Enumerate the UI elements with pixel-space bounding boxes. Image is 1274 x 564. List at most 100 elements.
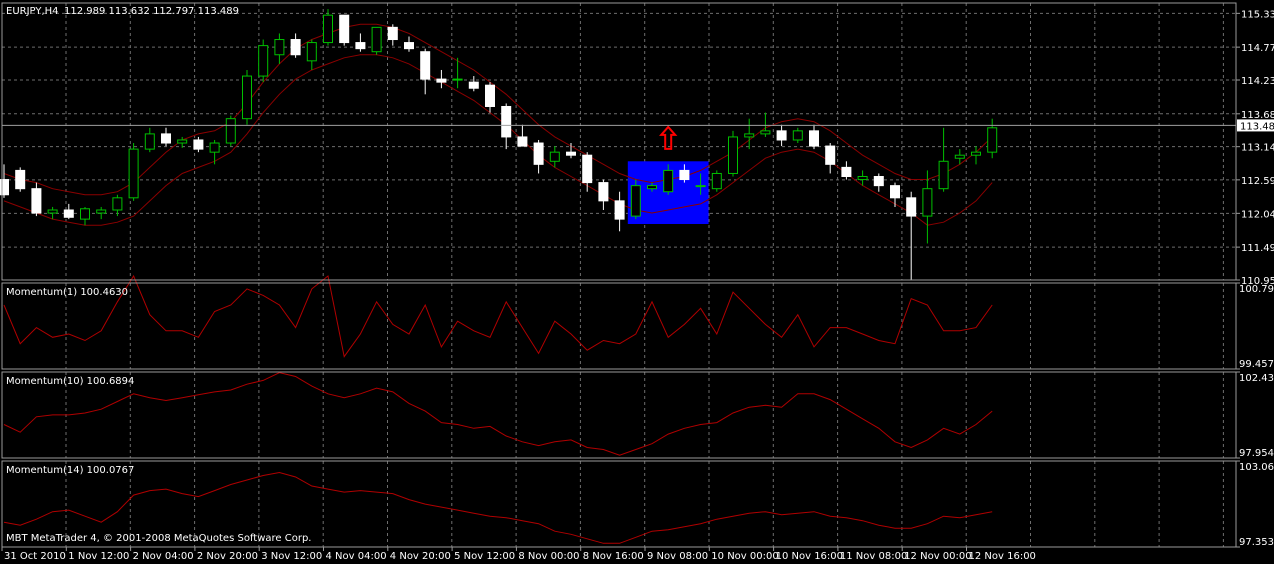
candle-bull[interactable]	[744, 133, 755, 138]
time-tick-label: 10 Nov 16:00	[776, 551, 843, 562]
candle-bull[interactable]	[47, 209, 58, 214]
candle-bull[interactable]	[306, 42, 317, 62]
candle-bull[interactable]	[371, 26, 382, 53]
candle-bear[interactable]	[420, 51, 431, 80]
candle-bear[interactable]	[404, 42, 414, 50]
time-tick-label: 4 Nov 20:00	[390, 551, 451, 562]
candle-bull[interactable]	[242, 75, 252, 120]
indicator-tick-label: 99.4576	[1239, 359, 1274, 370]
candle-bull[interactable]	[711, 172, 722, 190]
candle-bull[interactable]	[258, 45, 269, 77]
candle-bull[interactable]	[225, 118, 236, 144]
candle-bear[interactable]	[387, 26, 398, 41]
time-tick-label: 3 Nov 12:00	[261, 551, 322, 562]
candle-bull[interactable]	[922, 188, 933, 217]
price-tick-label: 113.140	[1241, 143, 1274, 154]
symbol-title: EURJPY,H4	[6, 6, 59, 17]
candle-bear[interactable]	[533, 142, 544, 165]
candle-bear[interactable]	[841, 166, 852, 178]
price-tick-label: 111.490	[1241, 243, 1274, 254]
time-tick-label: 2 Nov 20:00	[197, 551, 258, 562]
indicator-tick-label: 97.9544	[1239, 448, 1274, 459]
candle-bull[interactable]	[80, 208, 90, 220]
candle-bull[interactable]	[728, 136, 738, 174]
candle-bear[interactable]	[614, 200, 625, 220]
time-tick-label: 12 Nov 16:00	[969, 551, 1036, 562]
price-tick-label: 113.680	[1241, 110, 1274, 121]
candle-bull[interactable]	[630, 185, 641, 217]
candle-bull[interactable]	[971, 151, 981, 156]
candle-bull[interactable]	[452, 78, 463, 81]
candle-bull[interactable]	[695, 185, 706, 188]
candle-bear[interactable]	[193, 139, 204, 150]
candle-bear[interactable]	[161, 133, 171, 144]
candle-bull[interactable]	[857, 176, 868, 181]
indicator-tick-label: 102.437	[1239, 373, 1274, 384]
momentum-14-title: Momentum(14) 100.0767	[6, 465, 134, 476]
time-tick-label: 31 Oct 2010	[4, 551, 66, 562]
time-tick-label: 4 Nov 04:00	[326, 551, 387, 562]
momentum-1-title: Momentum(1) 100.4630	[6, 287, 128, 298]
time-tick-label: 12 Nov 00:00	[904, 551, 971, 562]
candle-bear[interactable]	[906, 197, 917, 217]
candle-bull[interactable]	[177, 139, 188, 144]
candle-bear[interactable]	[582, 154, 593, 184]
current-price-label: 113.489	[1240, 121, 1274, 132]
candle-bear[interactable]	[15, 169, 26, 190]
candle-bear[interactable]	[31, 188, 42, 214]
ohlc-readout: 112.989 113.632 112.797 113.489	[64, 6, 239, 17]
price-tick-label: 114.775	[1241, 43, 1274, 54]
momentum-10-title: Momentum(10) 100.6894	[6, 376, 134, 387]
candle-bull[interactable]	[938, 160, 949, 190]
candle-bull[interactable]	[549, 151, 560, 162]
candle-bull[interactable]	[112, 197, 123, 211]
candle-bull[interactable]	[760, 130, 771, 135]
candle-bear[interactable]	[290, 39, 301, 56]
candle-bear[interactable]	[809, 130, 819, 147]
candle-bull[interactable]	[274, 39, 285, 56]
candle-bull[interactable]	[323, 14, 333, 44]
candle-bull[interactable]	[96, 209, 107, 214]
indicator-tick-label: 97.3539	[1239, 537, 1274, 548]
candle-bear[interactable]	[485, 84, 495, 107]
candle-bear[interactable]	[355, 42, 366, 50]
candle-bull[interactable]	[663, 169, 674, 193]
candle-bear[interactable]	[0, 179, 9, 196]
time-tick-label: 1 Nov 12:00	[68, 551, 129, 562]
indicator-tick-label: 103.062	[1239, 462, 1274, 473]
candle-bull[interactable]	[128, 148, 139, 199]
time-tick-label: 8 Nov 00:00	[518, 551, 579, 562]
candle-bull[interactable]	[792, 130, 803, 141]
candle-bear[interactable]	[63, 209, 74, 218]
time-tick-label: 2 Nov 04:00	[133, 551, 194, 562]
candle-bull[interactable]	[209, 142, 220, 153]
candle-bull[interactable]	[647, 185, 657, 190]
chart-background	[0, 0, 1274, 564]
price-chart-canvas[interactable]: 115.330 114.775 114.235 113.680 113.140 112.5…	[0, 0, 1274, 564]
price-tick-label: 115.330	[1241, 9, 1274, 20]
candle-bear[interactable]	[339, 14, 350, 44]
candle-bull[interactable]	[954, 154, 965, 159]
candle-bear[interactable]	[776, 130, 787, 141]
candle-bear[interactable]	[517, 136, 528, 147]
candle-bear[interactable]	[890, 185, 900, 199]
candle-bear[interactable]	[679, 169, 690, 181]
copyright-text: MBT MetaTrader 4, © 2001-2008 MetaQuotes…	[6, 533, 311, 544]
time-tick-label: 9 Nov 08:00	[647, 551, 708, 562]
candle-bear[interactable]	[873, 176, 884, 187]
candle-bear[interactable]	[436, 78, 447, 83]
price-tick-label: 112.045	[1241, 209, 1274, 220]
price-tick-label: 114.235	[1241, 76, 1274, 87]
candle-bear[interactable]	[598, 182, 609, 202]
candle-bull[interactable]	[144, 133, 155, 150]
indicator-tick-label: 100.792	[1239, 284, 1274, 295]
candle-bear[interactable]	[468, 81, 479, 89]
time-tick-label: 10 Nov 00:00	[711, 551, 778, 562]
candle-bear[interactable]	[501, 105, 512, 138]
price-tick-label: 112.595	[1241, 176, 1274, 187]
time-tick-label: 8 Nov 16:00	[583, 551, 644, 562]
candle-bear[interactable]	[566, 151, 576, 156]
time-tick-label: 5 Nov 12:00	[454, 551, 515, 562]
candle-bear[interactable]	[825, 145, 836, 165]
candle-bull[interactable]	[987, 127, 998, 153]
